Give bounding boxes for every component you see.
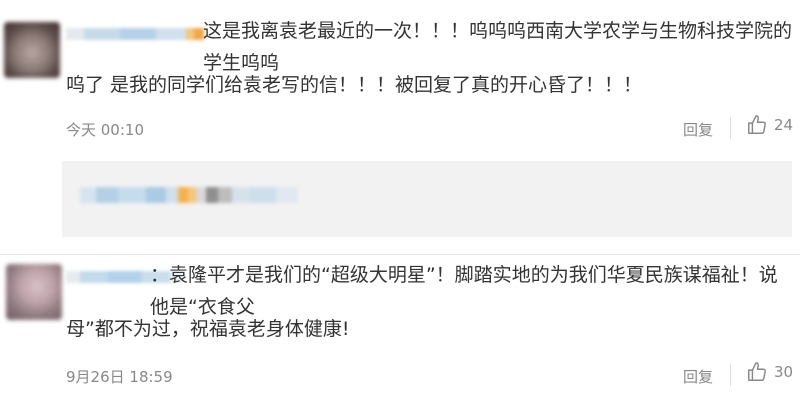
avatar[interactable]: [6, 264, 62, 320]
comment-text-line: 母”都不为过，祝福袁老身体健康!: [66, 318, 350, 340]
thumbs-up-icon: [748, 115, 766, 134]
comment-divider: [0, 254, 800, 255]
reply-button[interactable]: 回复: [683, 119, 713, 140]
reply-button[interactable]: 回复: [683, 366, 713, 387]
like-count: 30: [774, 363, 794, 381]
like-button[interactable]: 24: [746, 114, 793, 136]
comment-time: 今天 00:10: [66, 121, 144, 139]
like-count: 24: [774, 116, 794, 134]
comment-text: 呜了 是我的同学们给袁老写的信！！！被回复了真的开心昏了！！！: [66, 69, 786, 101]
comment-time: 9月26日 18:59: [66, 368, 173, 386]
thumbs-up-icon: [748, 362, 766, 381]
action-divider: [730, 117, 731, 139]
action-divider: [730, 364, 731, 386]
comment-text-line: 呜了 是我的同学们给袁老写的信！！！被回复了真的开心昏了！！！: [66, 74, 643, 96]
username-blurred[interactable]: [66, 27, 204, 41]
like-button[interactable]: 30: [746, 361, 793, 383]
avatar[interactable]: [4, 22, 60, 78]
reply-preview-box[interactable]: [62, 161, 792, 237]
comment-text: 母”都不为过，祝福袁老身体健康!: [66, 313, 786, 345]
reply-username-blurred: [80, 187, 298, 205]
